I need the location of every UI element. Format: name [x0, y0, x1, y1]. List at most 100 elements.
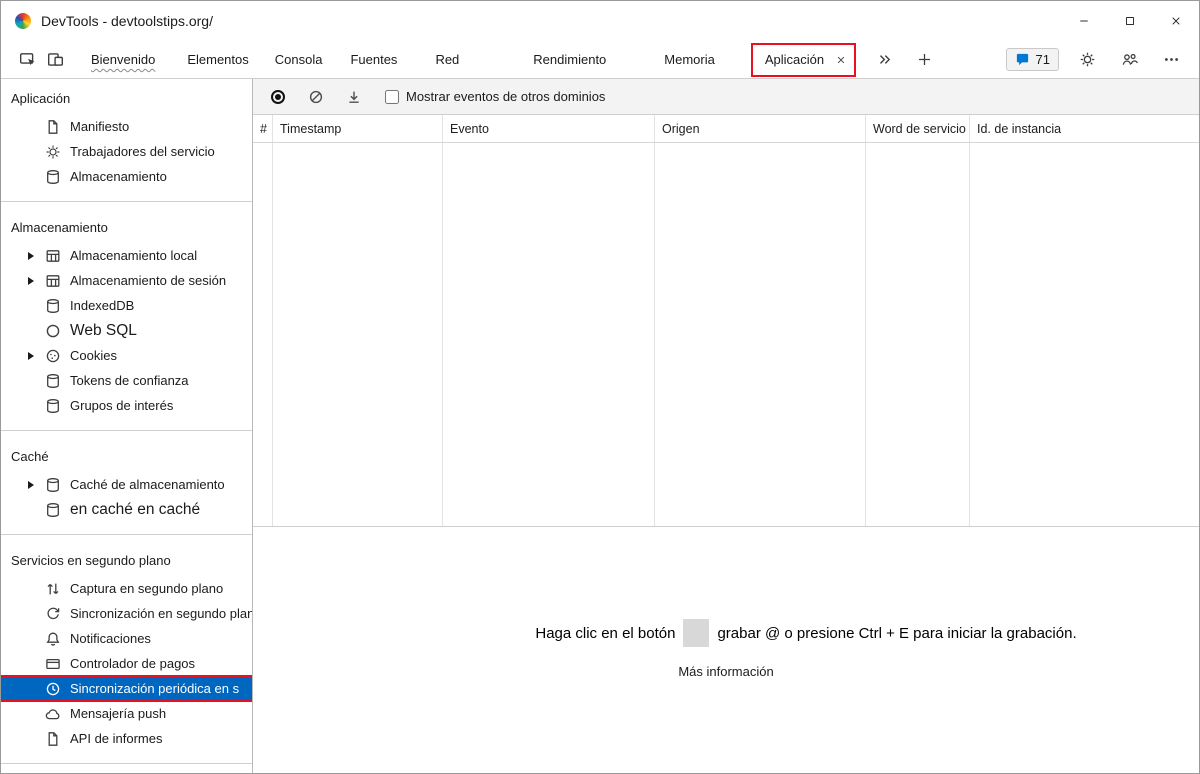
sidebar-item-label: Notificaciones [70, 631, 151, 646]
sidebar-item-label: Web SQL [70, 321, 137, 339]
sidebar-item-label: Captura en segundo plano [70, 581, 224, 596]
sidebar-item-manifiesto[interactable]: Manifiesto [1, 114, 252, 139]
column-header-number: # [253, 115, 273, 142]
plus-icon[interactable] [910, 46, 938, 74]
tab-bienvenido[interactable]: Bienvenido [81, 41, 165, 78]
tab-aplicacion[interactable]: Aplicación [753, 45, 854, 75]
tab-label: Aplicación [764, 52, 825, 67]
sidebar-item-api-de-informes[interactable]: API de informes [1, 726, 252, 751]
sidebar-item-en-cache[interactable]: en caché en caché [1, 497, 252, 522]
expand-arrow-icon[interactable] [25, 481, 45, 489]
sidebar-item-label: en caché en caché [70, 500, 201, 518]
record-button[interactable] [263, 83, 293, 111]
sidebar-item-label: API de informes [70, 731, 163, 746]
clear-button[interactable] [301, 83, 331, 111]
tab-bar-right-tools: 71 [1005, 46, 1199, 74]
close-icon[interactable] [1153, 1, 1199, 41]
feedback-button[interactable]: 71 [1005, 48, 1059, 71]
learn-more-link[interactable]: Más información [678, 664, 773, 679]
more-menu-icon[interactable] [1157, 46, 1185, 74]
database-icon [45, 373, 61, 389]
tab-rendimiento[interactable]: Rendimiento [523, 41, 616, 78]
sidebar-item-trabajadores-del-servicio[interactable]: Trabajadores del servicio [1, 139, 252, 164]
section-title: Aplicación [11, 91, 71, 106]
sidebar-item-label: Grupos de interés [70, 398, 174, 413]
database-icon [45, 298, 61, 314]
settings-gear-icon[interactable] [1073, 46, 1101, 74]
expand-arrow-icon[interactable] [25, 252, 45, 260]
tab-label: Elementos [187, 52, 249, 67]
inspect-icon[interactable] [13, 46, 41, 74]
fetch-arrows-icon [45, 581, 61, 597]
column-header-evento: Evento [443, 115, 655, 142]
sidebar-item-label: Almacenamiento local [70, 248, 198, 263]
column-header-origen: Origen [655, 115, 866, 142]
table-icon [45, 273, 61, 289]
expand-arrow-icon[interactable] [25, 352, 45, 360]
periodic-sync-panel: Mostrar eventos de otros dominios # Time… [253, 79, 1199, 773]
show-other-domains-checkbox[interactable]: Mostrar eventos de otros dominios [385, 89, 605, 104]
sidebar-item-grupos-de-interes[interactable]: Grupos de interés [1, 393, 252, 418]
sidebar-item-controlador-de-pagos[interactable]: Controlador de pagos [1, 651, 252, 676]
app-icon [15, 13, 31, 29]
cloud-icon [45, 706, 61, 722]
sidebar-item-label: Sincronización en segundo plano [70, 606, 252, 621]
sidebar-item-mensajeria-push[interactable]: Mensajería push [1, 701, 252, 726]
tab-label: Consola [274, 52, 323, 67]
sidebar-item-sincronizacion-en-segundo-plano[interactable]: Sincronización en segundo plano [1, 601, 252, 626]
sidebar-item-label: Tokens de confianza [70, 373, 189, 388]
sidebar-item-almacenamiento-de-sesion[interactable]: Almacenamiento de sesión [1, 268, 252, 293]
sidebar-item-web-sql[interactable]: Web SQL [1, 318, 252, 343]
people-icon[interactable] [1115, 46, 1143, 74]
table-column [253, 143, 273, 526]
sync-icon [45, 606, 61, 622]
tab-elementos[interactable]: Elementos [177, 41, 258, 78]
events-table-header: # Timestamp Evento Origen Word de servic… [253, 115, 1199, 143]
bell-icon [45, 631, 61, 647]
record-image-placeholder [683, 619, 710, 647]
sidebar-item-cookies[interactable]: Cookies [1, 343, 252, 368]
recording-empty-state: Haga clic en el botón grabar @ o presione… [253, 526, 1199, 773]
events-table-body [253, 143, 1199, 526]
sidebar-item-captura-en-segundo-plano[interactable]: Captura en segundo plano [1, 576, 252, 601]
sidebar-item-notificaciones[interactable]: Notificaciones [1, 626, 252, 651]
sidebar-item-indexeddb[interactable]: IndexedDB [1, 293, 252, 318]
circle-icon [45, 323, 61, 339]
window-title: DevTools - devtoolstips.org/ [41, 13, 213, 29]
sidebar-item-label: Caché de almacenamiento [70, 477, 225, 492]
record-icon [271, 89, 285, 104]
tab-fuentes[interactable]: Fuentes [340, 41, 407, 78]
database-icon [45, 477, 61, 493]
cookie-icon [45, 348, 61, 364]
double-chevron-icon[interactable] [870, 46, 898, 74]
table-column [970, 143, 1199, 526]
sidebar-item-almacenamiento-local[interactable]: Almacenamiento local [1, 243, 252, 268]
sidebar-item-sincronizacion-periodica[interactable]: Sincronización periódica en s [1, 675, 252, 702]
tab-label: Memoria [664, 52, 715, 67]
sidebar-item-almacenamiento[interactable]: Almacenamiento [1, 164, 252, 189]
sidebar-item-label: IndexedDB [70, 298, 135, 313]
sidebar-item-label: Manifiesto [70, 119, 130, 134]
sidebar-section-cache: Caché Caché de almacenamiento en caché e… [1, 431, 252, 535]
tab-consola[interactable]: Consola [265, 41, 333, 78]
download-button[interactable] [339, 83, 369, 111]
tab-label: Bienvenido [91, 52, 156, 67]
devtools-tab-bar: Bienvenido Elementos Consola Fuentes Red… [1, 41, 1199, 79]
tab-red[interactable]: Red [425, 41, 469, 78]
column-header-word-de-servicio: Word de servicio [866, 115, 970, 142]
sidebar-section-almacenamiento: Almacenamiento Almacenamiento local Alma… [1, 202, 252, 431]
checkbox-input[interactable] [385, 89, 399, 104]
maximize-icon[interactable] [1107, 1, 1153, 41]
tab-memoria[interactable]: Memoria [654, 41, 725, 78]
sidebar-item-tokens-de-confianza[interactable]: Tokens de confianza [1, 368, 252, 393]
table-column [443, 143, 655, 526]
payment-card-icon [45, 656, 61, 672]
device-toolbar-icon[interactable] [41, 46, 69, 74]
minimize-icon[interactable] [1061, 1, 1107, 41]
download-icon [349, 91, 359, 103]
clock-icon [45, 681, 61, 697]
sidebar-item-cache-de-almacenamiento[interactable]: Caché de almacenamiento [1, 472, 252, 497]
tab-label: Fuentes [350, 52, 398, 67]
expand-arrow-icon[interactable] [25, 277, 45, 285]
close-tab-icon[interactable] [836, 55, 846, 65]
